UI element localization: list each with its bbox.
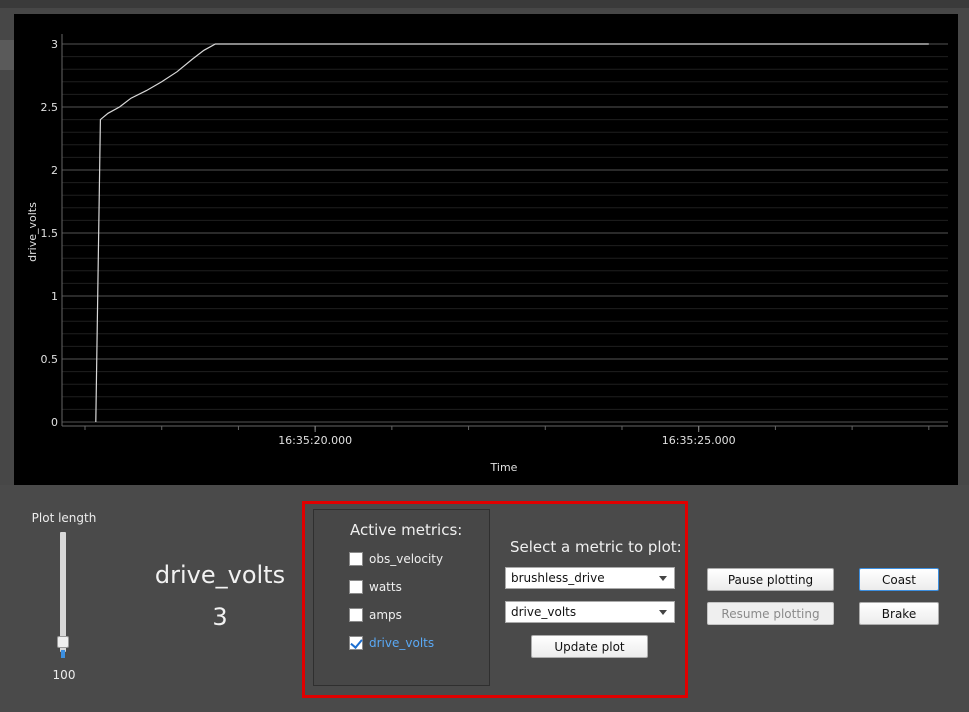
current-metric-name: drive_volts (154, 561, 286, 589)
line-chart: 0 0.5 1 1.5 2 2.5 3 16:35:20.000 16:35:25.000 T… (26, 34, 948, 474)
y-tick-label: 0.5 (41, 353, 59, 366)
x-tick-label: 16:35:20.000 (278, 434, 352, 447)
y-tick-label: 0 (51, 416, 58, 429)
y-tick-label: 3 (51, 38, 58, 51)
current-metric-value: 3 (212, 603, 228, 631)
grid-major (62, 43, 948, 423)
coast-button[interactable]: Coast (859, 568, 939, 591)
plot-length-slider[interactable] (60, 532, 66, 652)
resume-plotting-button[interactable]: Resume plotting (707, 602, 834, 625)
brake-button[interactable]: Brake (859, 602, 939, 625)
window-top-bar (0, 0, 969, 8)
y-tick-label: 2.5 (41, 101, 59, 114)
pause-plotting-button[interactable]: Pause plotting (707, 568, 834, 591)
y-tick-label: 1 (51, 290, 58, 303)
plot-area: 0 0.5 1 1.5 2 2.5 3 16:35:20.000 16:35:25.000 T… (14, 14, 958, 485)
x-tick-label: 16:35:25.000 (662, 434, 736, 447)
plot-length-slider-thumb[interactable] (57, 635, 69, 648)
y-tick-labels: 0 0.5 1 1.5 2 2.5 3 (41, 38, 59, 429)
plot-length-value: 100 (52, 668, 76, 682)
highlight-box (302, 501, 688, 698)
x-tick-labels: 16:35:20.000 16:35:25.000 (278, 434, 735, 447)
y-tick-label: 1.5 (41, 227, 59, 240)
plot-length-slider-fill (61, 650, 65, 658)
plot-length-label: Plot length (31, 511, 97, 525)
x-axis-label: Time (490, 461, 518, 474)
y-tick-label: 2 (51, 164, 58, 177)
y-axis-label: drive_volts (26, 202, 39, 262)
window-edge-tab (0, 40, 14, 70)
